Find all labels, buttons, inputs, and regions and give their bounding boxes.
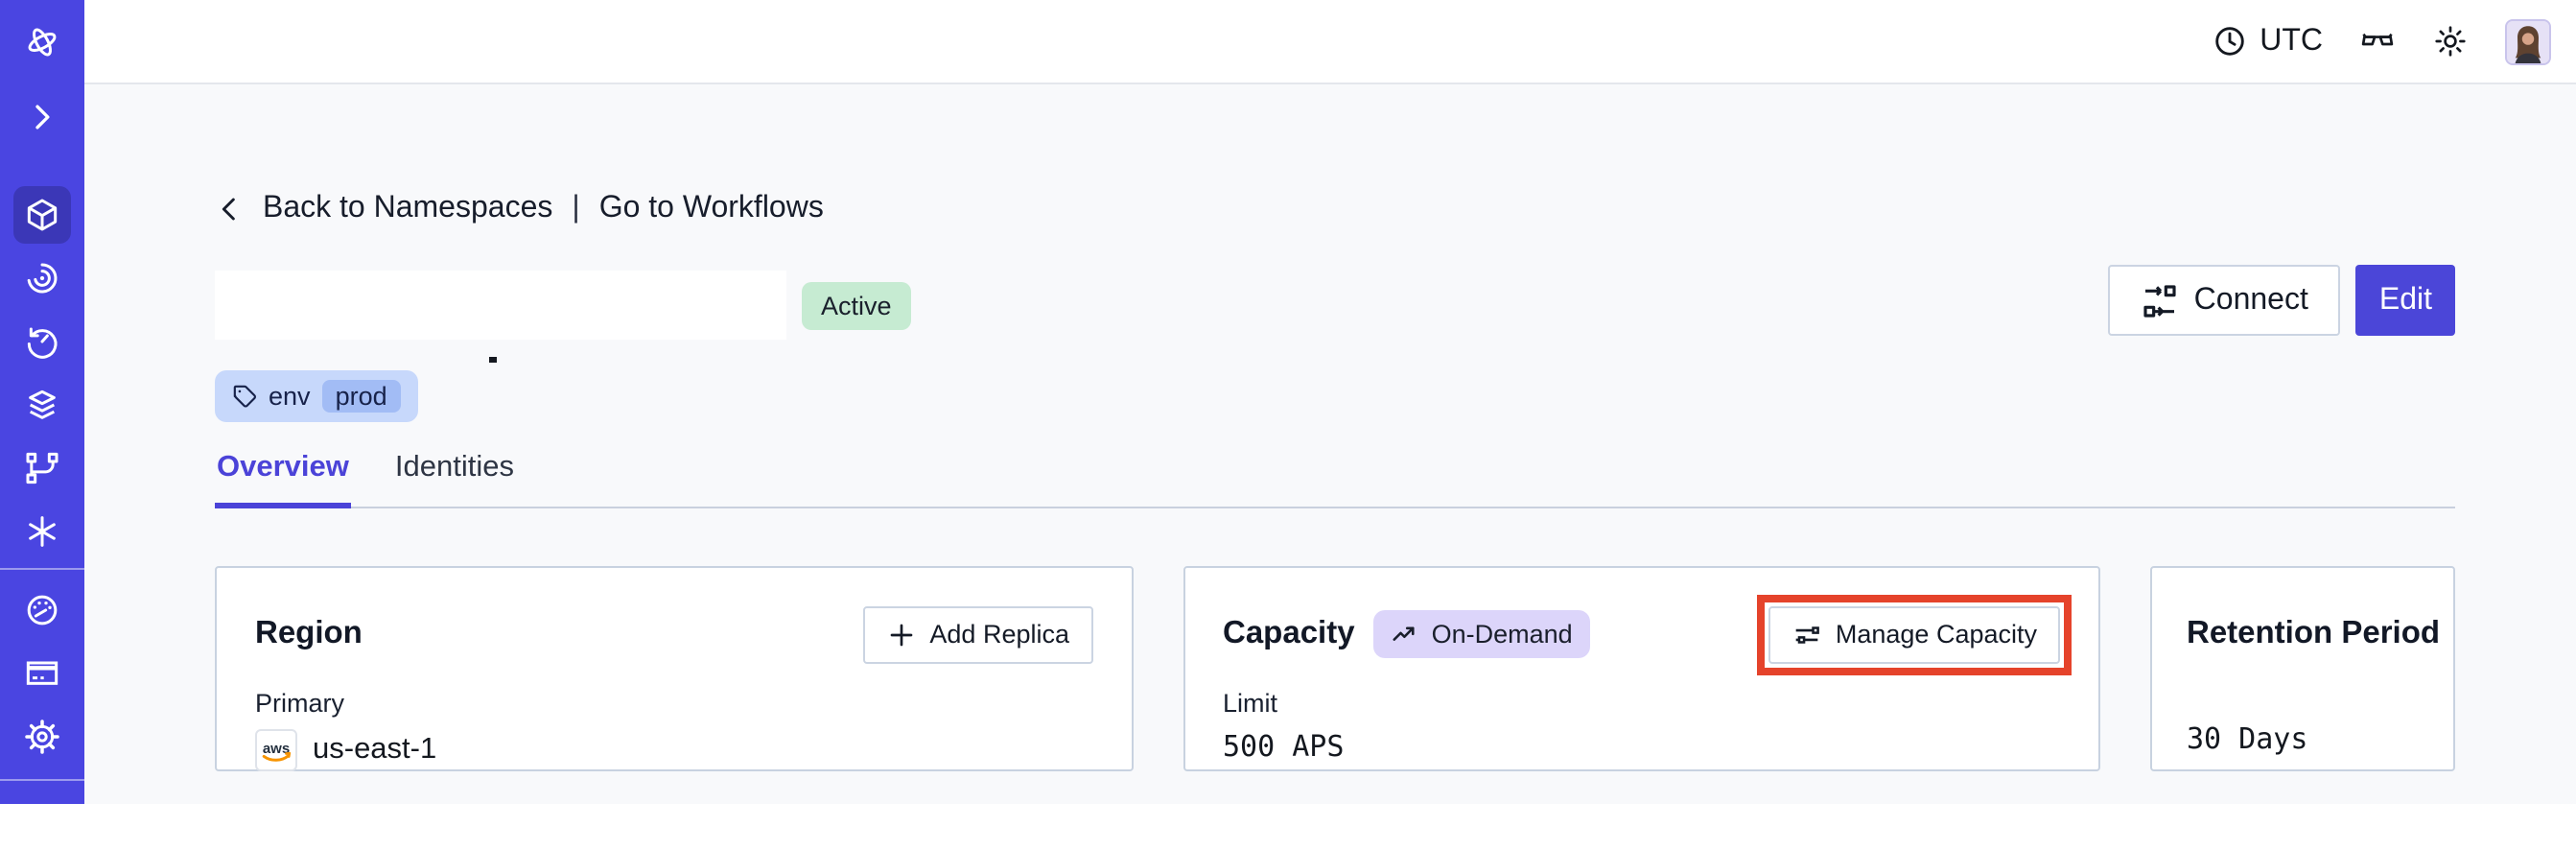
retention-value: 30 Days bbox=[2187, 720, 2308, 755]
user-avatar[interactable] bbox=[2505, 18, 2551, 64]
sun-icon bbox=[2435, 26, 2466, 57]
connect-flow-icon bbox=[2143, 284, 2176, 317]
usage-gauge-icon bbox=[27, 595, 58, 626]
batch-branch-icon bbox=[26, 452, 59, 484]
sidebar-divider bbox=[0, 568, 84, 570]
labs-toggle-button[interactable] bbox=[2359, 23, 2396, 59]
namespaces-cube-icon bbox=[27, 199, 58, 231]
add-replica-label: Add Replica bbox=[929, 620, 1069, 649]
connect-button-label: Connect bbox=[2193, 283, 2308, 316]
sidebar-item-billing[interactable] bbox=[13, 645, 71, 702]
redaction-artifact-dot bbox=[489, 357, 497, 363]
sidebar-bottom bbox=[0, 560, 84, 837]
sidebar-item-settings[interactable] bbox=[13, 708, 71, 766]
tabs: Overview Identities bbox=[215, 451, 2455, 508]
glasses-icon bbox=[2361, 33, 2394, 46]
region-card-title: Region bbox=[255, 616, 363, 650]
sidebar-item-usage[interactable] bbox=[13, 581, 71, 639]
sidebar-nav bbox=[13, 186, 71, 560]
namespace-tag-chip: env prod bbox=[215, 370, 418, 422]
connect-button[interactable]: Connect bbox=[2107, 265, 2341, 336]
limit-label: Limit bbox=[1223, 688, 1278, 717]
header-actions: Connect Edit bbox=[2107, 265, 2455, 336]
clock-icon bbox=[2215, 27, 2244, 56]
workflows-spiral-icon bbox=[27, 263, 58, 294]
breadcrumb: Back to Namespaces | Go to Workflows bbox=[215, 192, 2455, 226]
capacity-card: Capacity On-Demand Manage Capacity Limit… bbox=[1183, 565, 2100, 770]
region-card: Region Add Replica Primary aws us-east-1 bbox=[215, 565, 1133, 770]
avatar-image bbox=[2507, 20, 2549, 62]
trend-up-icon bbox=[1393, 626, 1416, 641]
topbar: UTC bbox=[84, 0, 2576, 84]
retention-card-title: Retention Period bbox=[2187, 616, 2441, 650]
tags-row: env prod bbox=[215, 370, 2455, 422]
namespace-header: Active Connect Edit bbox=[215, 265, 2455, 363]
temporal-logo-icon[interactable] bbox=[13, 13, 71, 71]
edit-button-label: Edit bbox=[2378, 283, 2432, 316]
expand-sidebar-chevron-icon[interactable] bbox=[13, 88, 71, 146]
sidebar-item-account[interactable] bbox=[13, 792, 71, 850]
tag-icon bbox=[233, 385, 256, 408]
on-demand-badge: On-Demand bbox=[1373, 610, 1590, 658]
overview-cards: Region Add Replica Primary aws us-east-1… bbox=[215, 565, 2455, 770]
settings-gear-icon bbox=[25, 720, 59, 754]
sidebar-item-nexus[interactable] bbox=[13, 503, 71, 560]
sidebar-item-deployments[interactable] bbox=[13, 376, 71, 434]
timezone-label: UTC bbox=[2260, 24, 2323, 57]
go-to-workflows-link[interactable]: Go to Workflows bbox=[599, 192, 824, 226]
edit-button[interactable]: Edit bbox=[2355, 265, 2455, 336]
sidebar-item-namespaces[interactable] bbox=[13, 186, 71, 244]
schedules-history-icon bbox=[27, 327, 58, 359]
app: UTC Back to Namespaces | Go to Workflows… bbox=[0, 0, 2576, 837]
capacity-card-title: Capacity bbox=[1223, 616, 1355, 650]
tag-value: prod bbox=[321, 380, 401, 413]
limit-value: 500 APS bbox=[1223, 728, 1345, 763]
sliders-icon bbox=[1795, 626, 1819, 643]
status-badge: Active bbox=[802, 282, 911, 330]
sidebar-divider bbox=[0, 779, 84, 781]
breadcrumb-separator: | bbox=[572, 192, 580, 224]
manage-capacity-button[interactable]: Manage Capacity bbox=[1768, 605, 2060, 663]
back-to-namespaces-link[interactable]: Back to Namespaces bbox=[263, 192, 552, 226]
theme-toggle-button[interactable] bbox=[2432, 23, 2469, 59]
annotation-highlight-ring: Manage Capacity bbox=[1756, 594, 2072, 674]
namespace-title-redacted bbox=[215, 271, 786, 363]
account-globe-icon bbox=[27, 806, 58, 837]
deployments-layers-icon bbox=[29, 390, 56, 419]
sidebar-item-batch-operations[interactable] bbox=[13, 439, 71, 497]
tab-identities[interactable]: Identities bbox=[393, 451, 516, 508]
timezone-button[interactable]: UTC bbox=[2212, 23, 2323, 59]
sidebar-item-workflows[interactable] bbox=[13, 249, 71, 307]
manage-capacity-label: Manage Capacity bbox=[1835, 620, 2037, 649]
tab-overview[interactable]: Overview bbox=[215, 451, 351, 508]
on-demand-label: On-Demand bbox=[1431, 620, 1573, 649]
main-content: Back to Namespaces | Go to Workflows Act… bbox=[84, 84, 2576, 804]
back-chevron-icon[interactable] bbox=[215, 194, 246, 224]
primary-label: Primary bbox=[255, 688, 344, 717]
region-value: us-east-1 bbox=[313, 732, 437, 765]
sidebar-item-schedules[interactable] bbox=[13, 313, 71, 370]
plus-icon bbox=[890, 623, 912, 646]
sidebar bbox=[0, 0, 84, 837]
tag-key: env bbox=[269, 382, 311, 411]
nexus-asterisk-icon bbox=[29, 516, 56, 547]
aws-provider-icon: aws bbox=[255, 728, 297, 770]
add-replica-button[interactable]: Add Replica bbox=[862, 605, 1092, 663]
billing-card-icon bbox=[26, 661, 59, 685]
retention-card: Retention Period 30 Days bbox=[2150, 565, 2455, 770]
